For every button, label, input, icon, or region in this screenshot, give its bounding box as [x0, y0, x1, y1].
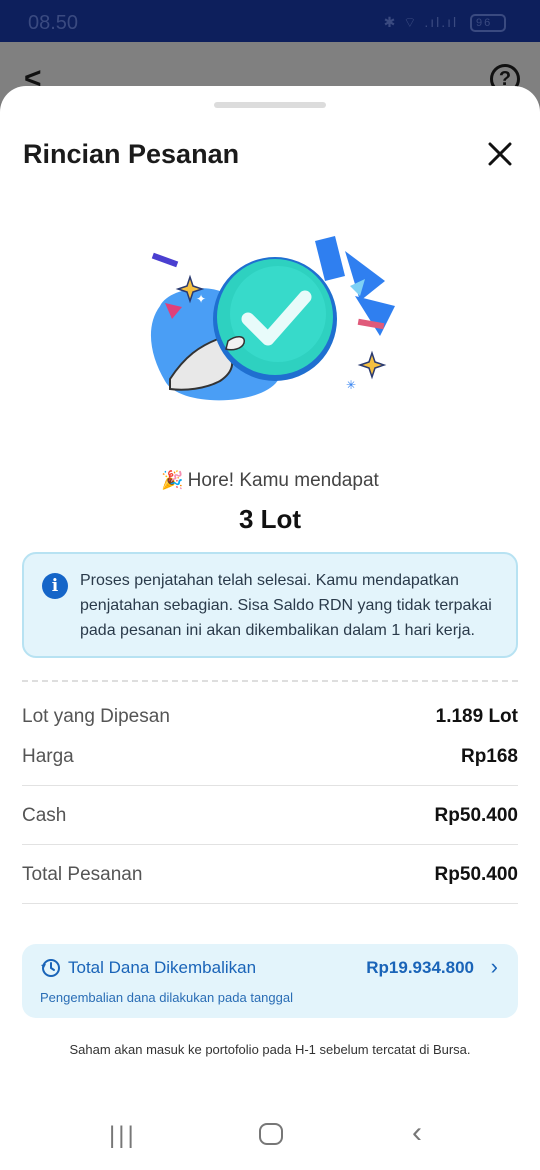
refund-amount: Rp19.934.800 — [366, 958, 474, 977]
success-illustration: ✦ ✳ — [150, 236, 395, 401]
allotted-lot: 3 Lot — [238, 504, 302, 534]
system-nav-bar: ||| ‹ — [0, 1108, 540, 1160]
detail-label: Total Pesanan — [22, 864, 143, 885]
close-icon[interactable] — [484, 138, 516, 170]
detail-value: 1.189 Lot — [435, 706, 518, 727]
divider — [22, 785, 518, 786]
home-icon[interactable] — [259, 1123, 283, 1145]
signal-icon: .ıl.ıl — [424, 14, 459, 30]
divider — [22, 903, 518, 904]
battery-icon: 96 — [470, 14, 506, 33]
info-icon: i — [42, 573, 68, 599]
status-bar: 08.50 ✱ ⌔ .ıl.ıl 96 — [0, 0, 540, 42]
party-popper-icon: 🎉 — [161, 470, 184, 490]
sheet-drag-handle[interactable] — [214, 102, 326, 108]
greeting-text: Hore! Kamu mendapat — [187, 470, 379, 491]
detail-label: Cash — [22, 805, 67, 826]
info-message: Proses penjatahan telah selesai. Kamu me… — [80, 572, 492, 639]
detail-value: Rp50.400 — [434, 805, 518, 826]
detail-label: Lot yang Dipesan — [22, 706, 170, 727]
allotment-info-box: i Proses penjatahan telah selesai. Kamu … — [22, 552, 518, 658]
dashed-divider — [22, 680, 518, 682]
detail-value: Rp50.400 — [434, 864, 518, 885]
allotment-greeting: 🎉 Hore! Kamu mendapat — [0, 470, 540, 492]
status-icons: ✱ ⌔ .ıl.ıl 96 — [383, 14, 506, 33]
refund-label: Total Dana Dikembalikan — [68, 958, 257, 977]
refund-note: Pengembalian dana dilakukan pada tanggal — [40, 990, 293, 1005]
battery-level: 96 — [476, 17, 493, 30]
wifi-icon: ⌔ — [403, 14, 419, 30]
recent-apps-icon[interactable]: ||| — [109, 1122, 137, 1150]
system-back-icon[interactable]: ‹ — [412, 1116, 422, 1150]
portfolio-note: Saham akan masuk ke portofolio pada H-1 … — [69, 1042, 471, 1057]
refund-card[interactable]: Total Dana Dikembalikan Rp19.934.800 › P… — [22, 944, 518, 1018]
status-time: 08.50 — [28, 12, 79, 34]
detail-value: Rp168 — [460, 746, 518, 767]
svg-text:✳: ✳ — [346, 378, 356, 392]
mute-icon: ✱ — [383, 14, 398, 30]
svg-text:✦: ✦ — [196, 292, 206, 306]
detail-label: Harga — [22, 746, 74, 767]
history-icon — [41, 959, 60, 977]
order-detail-sheet: Rincian Pesanan ✦ ✳ 🎉 Hore! Kamu mendapat… — [0, 86, 540, 1170]
divider — [22, 844, 518, 845]
sheet-title: Rincian Pesanan — [23, 139, 240, 169]
chevron-right-icon: › — [490, 954, 498, 979]
